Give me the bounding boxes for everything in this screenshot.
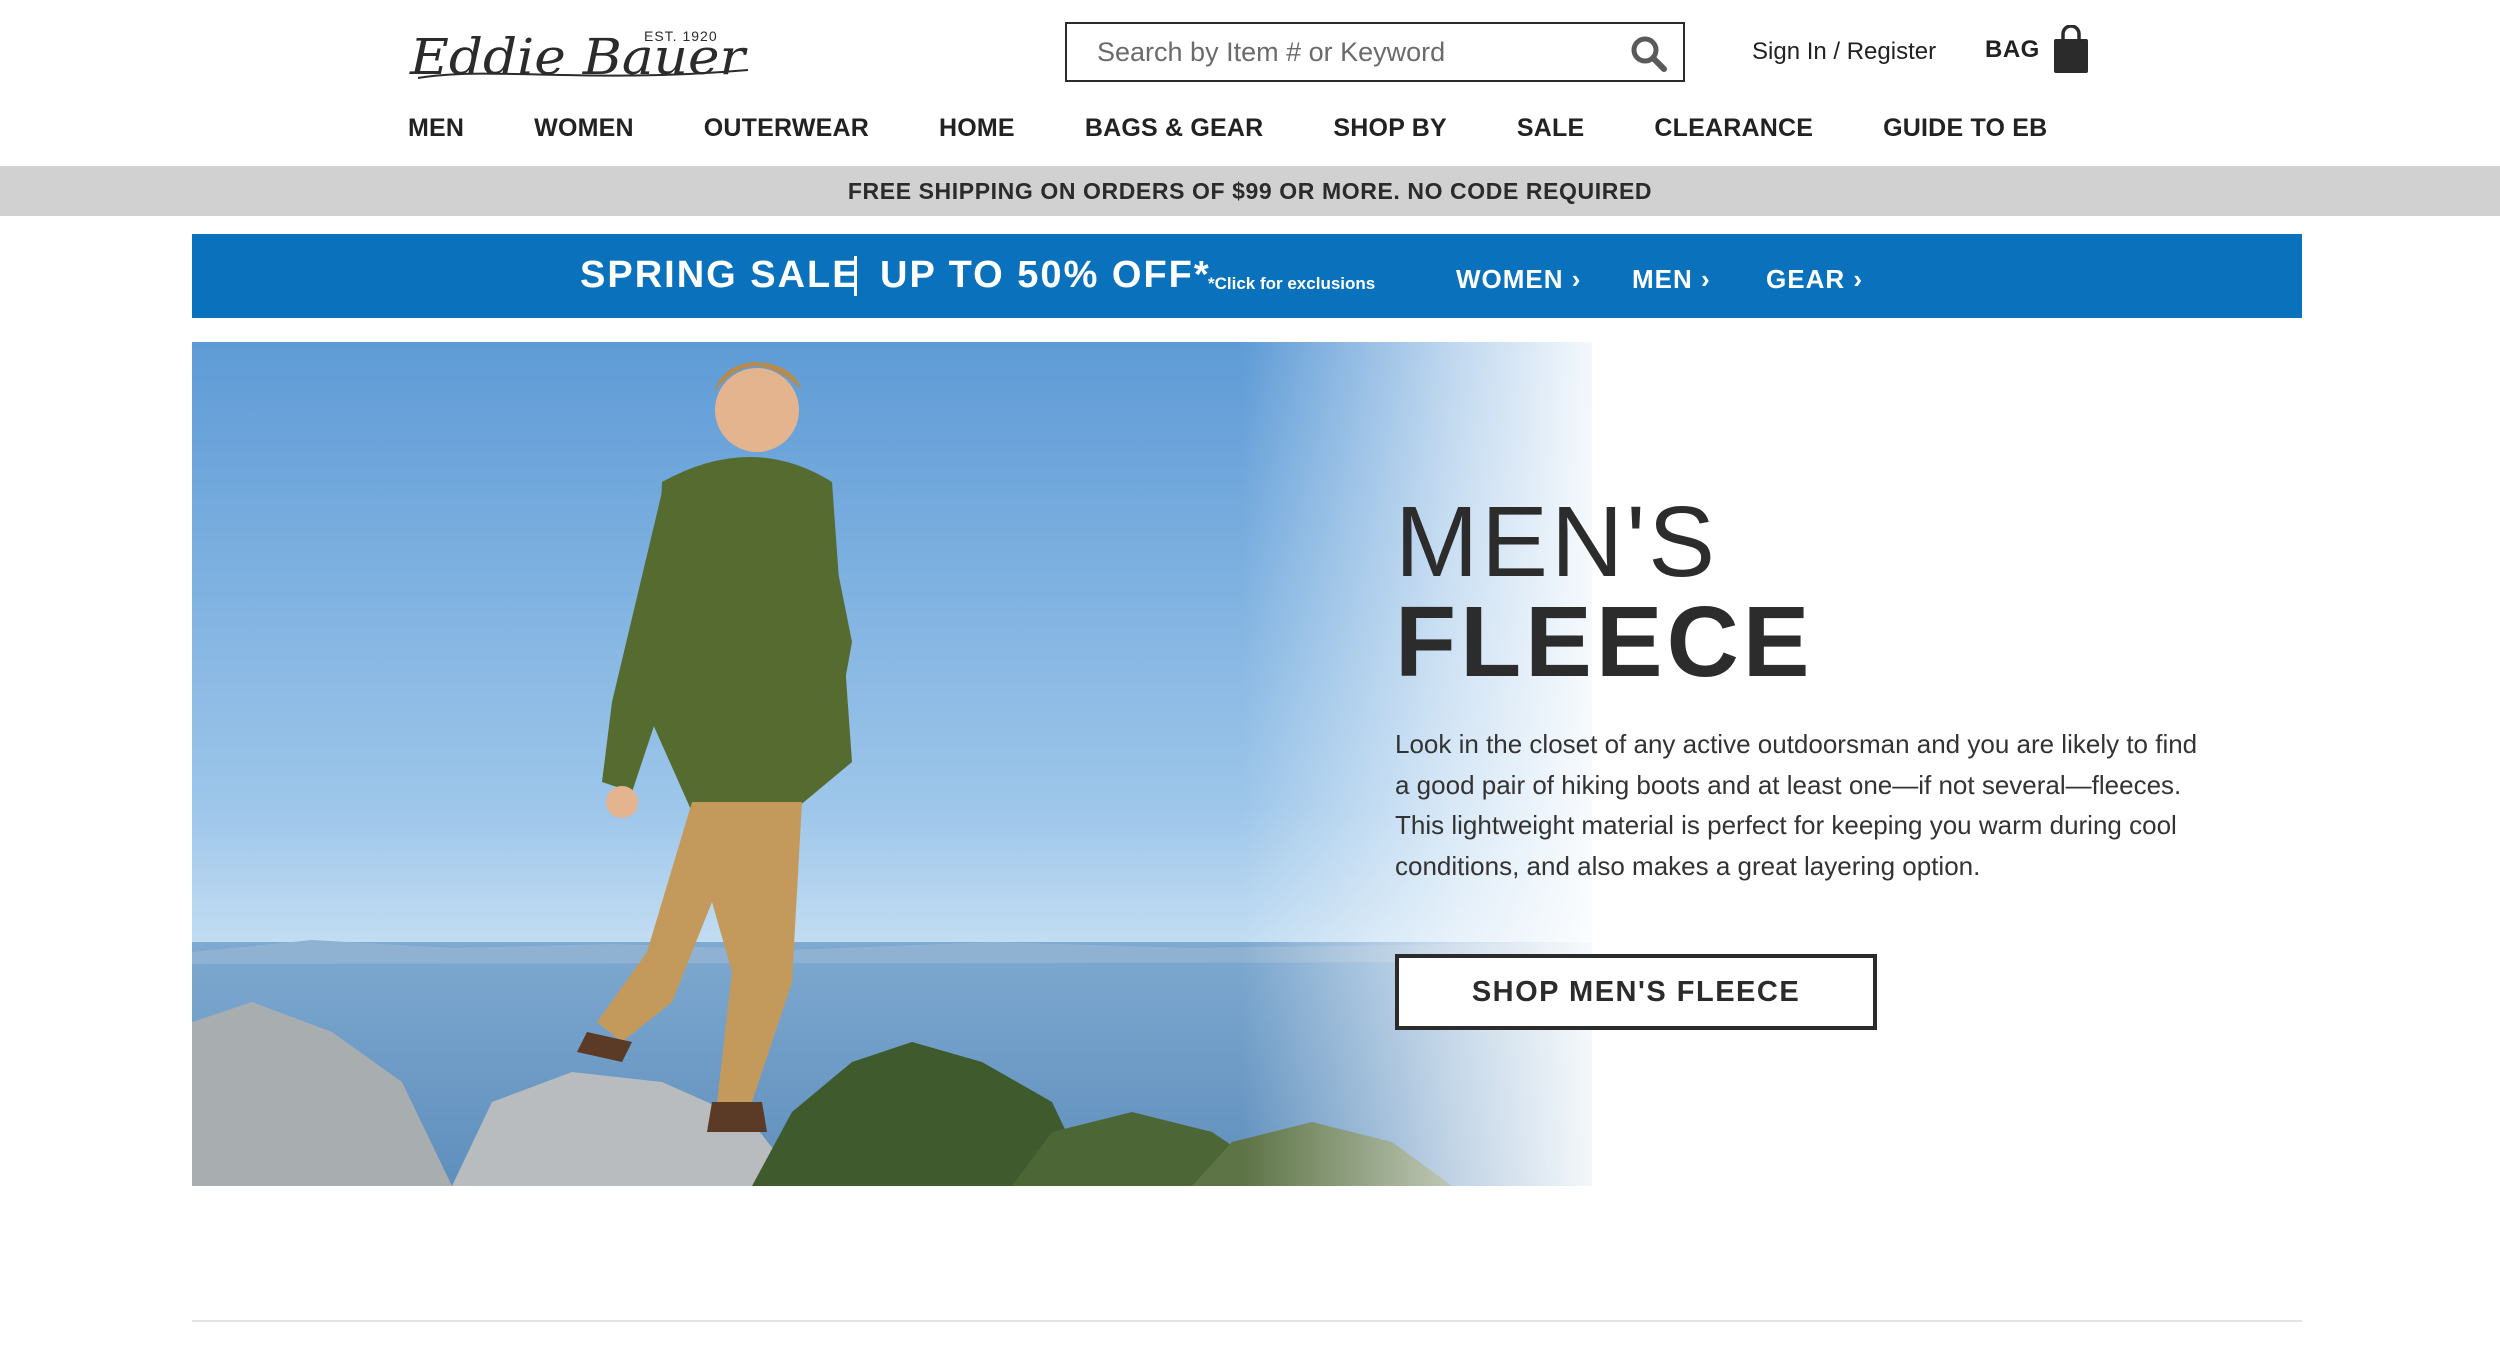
nav-item-outerwear[interactable]: OUTERWEAR — [704, 114, 869, 148]
eddie-bauer-logo[interactable]: Eddie Bauer EST. 1920 — [408, 26, 753, 86]
page: Eddie Bauer EST. 1920 Sign In / Register… — [0, 0, 2500, 1346]
nav-item-men[interactable]: MEN — [408, 114, 464, 148]
spring-sale-banner[interactable]: SPRING SALE UP TO 50% OFF* *Click for ex… — [192, 234, 2302, 318]
nav-item-guide-to-eb[interactable]: GUIDE TO EB — [1883, 114, 2047, 148]
hero-section: MEN'S FLEECE Look in the closet of any a… — [192, 342, 2302, 1186]
search-input[interactable] — [1097, 24, 1617, 80]
shop-mens-fleece-button[interactable]: SHOP MEN'S FLEECE — [1395, 954, 1877, 1030]
sale-link-gear[interactable]: GEAR › — [1766, 264, 1863, 295]
bag-label: BAG — [1985, 36, 2040, 63]
shop-mens-fleece-label: SHOP MEN'S FLEECE — [1471, 975, 1801, 1008]
sale-divider — [854, 256, 857, 296]
nav-item-bags-gear[interactable]: BAGS & GEAR — [1085, 114, 1264, 148]
nav-item-women[interactable]: WOMEN — [534, 114, 634, 148]
nav-item-shop-by[interactable]: SHOP BY — [1333, 114, 1446, 148]
bag-button[interactable]: BAG — [1985, 24, 2090, 76]
search-icon[interactable] — [1629, 34, 1669, 74]
nav-item-clearance[interactable]: CLEARANCE — [1654, 114, 1813, 148]
sale-offer: UP TO 50% OFF* — [880, 254, 1211, 296]
hero-title-fleece: FLEECE — [1395, 586, 1814, 698]
svg-text:EST. 1920: EST. 1920 — [644, 28, 718, 44]
free-shipping-bar: FREE SHIPPING ON ORDERS OF $99 OR MORE. … — [0, 166, 2500, 216]
shopping-bag-icon — [2053, 25, 2088, 73]
sale-title: SPRING SALE — [580, 254, 860, 296]
sale-link-women[interactable]: WOMEN › — [1456, 264, 1581, 295]
hero-description: Look in the closet of any active outdoor… — [1395, 729, 2198, 881]
section-divider — [192, 1320, 2302, 1322]
free-shipping-text: FREE SHIPPING ON ORDERS OF $99 OR MORE. … — [847, 177, 1653, 204]
sale-link-men[interactable]: MEN › — [1632, 264, 1711, 295]
search-box — [1065, 22, 1685, 82]
sale-exclusions-link[interactable]: *Click for exclusions — [1208, 274, 1375, 294]
nav-item-sale[interactable]: SALE — [1517, 114, 1584, 148]
nav-item-home[interactable]: HOME — [939, 114, 1015, 148]
sign-in-register-link[interactable]: Sign In / Register — [1752, 38, 1936, 66]
hero-title-mens: MEN'S — [1395, 486, 1719, 598]
main-nav: MEN WOMEN OUTERWEAR HOME BAGS & GEAR SHO… — [408, 114, 2047, 148]
